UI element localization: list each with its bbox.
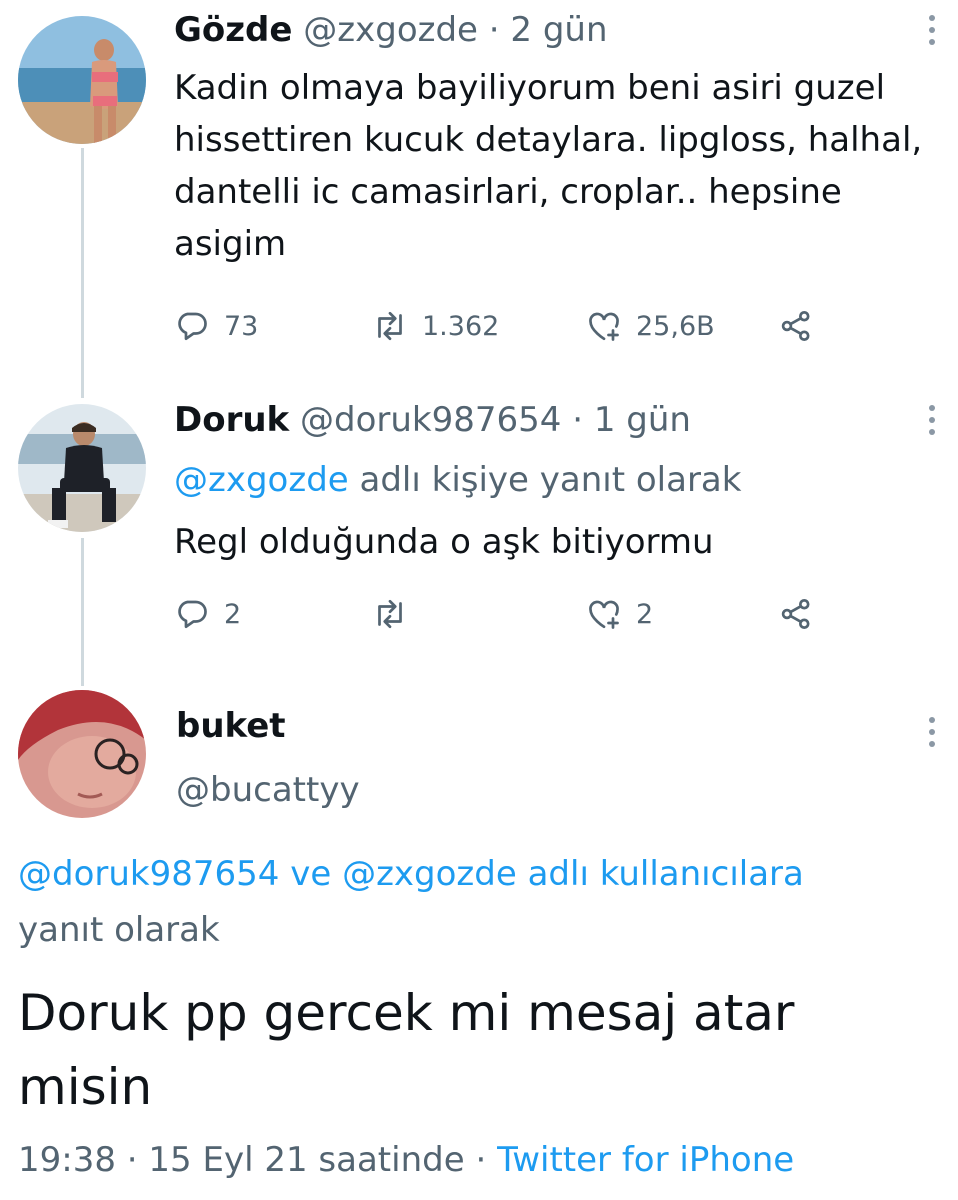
tweet-text: Doruk pp gercek mi mesaj atar misin xyxy=(18,984,795,1116)
separator: · xyxy=(572,400,584,440)
separator: · xyxy=(488,10,500,50)
like-count: 25,6B xyxy=(636,310,715,342)
display-name-text: buket xyxy=(176,706,286,746)
timestamp[interactable]: 2 gün xyxy=(510,10,607,50)
retweet-button[interactable]: 1.362 xyxy=(372,306,499,346)
avatar-photo-icon xyxy=(18,404,146,532)
retweet-icon xyxy=(378,311,402,341)
avatar[interactable] xyxy=(18,404,146,532)
retweet-button[interactable] xyxy=(372,594,408,634)
handle[interactable]: @zxgozde xyxy=(303,10,478,50)
reply-handle-doruk[interactable]: @doruk987654 xyxy=(18,854,279,894)
avatar[interactable] xyxy=(18,16,146,144)
reply-context: @zxgozde adlı kişiye yanıt olarak xyxy=(174,458,741,502)
tweet-header: Gözde @zxgozde · 2 gün xyxy=(174,8,608,52)
handle[interactable]: @doruk987654 xyxy=(300,400,561,440)
avatar-photo-icon xyxy=(18,690,146,818)
like-count: 2 xyxy=(636,598,654,630)
reply-button[interactable]: 73 xyxy=(174,306,258,346)
reply-icon xyxy=(178,600,207,629)
tweet-text: Regl olduğunda o aşk bitiyormu xyxy=(174,522,714,562)
reply-count: 2 xyxy=(224,598,242,630)
reply-to-handle[interactable]: @zxgozde xyxy=(174,460,349,500)
reply-count: 73 xyxy=(224,310,259,342)
like-icon xyxy=(589,600,619,629)
tweet-time[interactable]: 19:38 xyxy=(18,1140,116,1180)
share-button[interactable] xyxy=(778,594,814,634)
display-name[interactable]: buket xyxy=(176,704,286,748)
reply-context: @doruk987654 ve @zxgozde adlı kullanıcıl… xyxy=(18,852,804,896)
more-button[interactable] xyxy=(922,714,942,750)
reply-icon xyxy=(178,312,207,341)
display-name[interactable]: Gözde xyxy=(174,10,292,50)
reply-suffix[interactable]: adlı kullanıcılara xyxy=(528,854,804,894)
tweet-header: Doruk @doruk987654 · 1 gün xyxy=(174,398,691,442)
share-icon xyxy=(781,599,810,629)
tweet-source[interactable]: Twitter for iPhone xyxy=(497,1140,794,1180)
thread-line xyxy=(81,538,84,686)
reply-button[interactable]: 2 xyxy=(174,594,241,634)
reply-and: ve xyxy=(290,854,332,894)
retweet-icon xyxy=(378,599,402,629)
avatar-photo-icon xyxy=(18,16,146,144)
reply-to-suffix: adlı kişiye yanıt olarak xyxy=(359,460,742,500)
like-button[interactable]: 25,6B xyxy=(586,306,715,346)
more-icon xyxy=(929,15,935,45)
separator: · xyxy=(126,1140,138,1180)
tweet-date[interactable]: 15 Eyl 21 saatinde xyxy=(148,1140,464,1180)
more-icon xyxy=(929,717,935,747)
like-icon xyxy=(589,312,619,341)
handle[interactable]: @bucattyy xyxy=(176,768,360,812)
separator: · xyxy=(475,1140,487,1180)
like-button[interactable]: 2 xyxy=(586,594,653,634)
avatar[interactable] xyxy=(18,690,146,818)
share-button[interactable] xyxy=(778,306,814,346)
thread-line xyxy=(81,148,84,398)
more-icon xyxy=(929,405,935,435)
tweet-meta: 19:38 · 15 Eyl 21 saatinde · Twitter for… xyxy=(18,1138,794,1182)
tweet-text: Kadin olmaya bayiliyorum beni asiri guze… xyxy=(174,68,923,264)
more-button[interactable] xyxy=(922,12,942,48)
more-button[interactable] xyxy=(922,402,942,438)
reply-context-second-line: yanıt olarak xyxy=(18,910,220,950)
timestamp[interactable]: 1 gün xyxy=(594,400,691,440)
reply-handle-zxgozde[interactable]: @zxgozde xyxy=(342,854,517,894)
retweet-count: 1.362 xyxy=(422,310,500,342)
share-icon xyxy=(781,311,810,341)
display-name[interactable]: Doruk xyxy=(174,400,289,440)
